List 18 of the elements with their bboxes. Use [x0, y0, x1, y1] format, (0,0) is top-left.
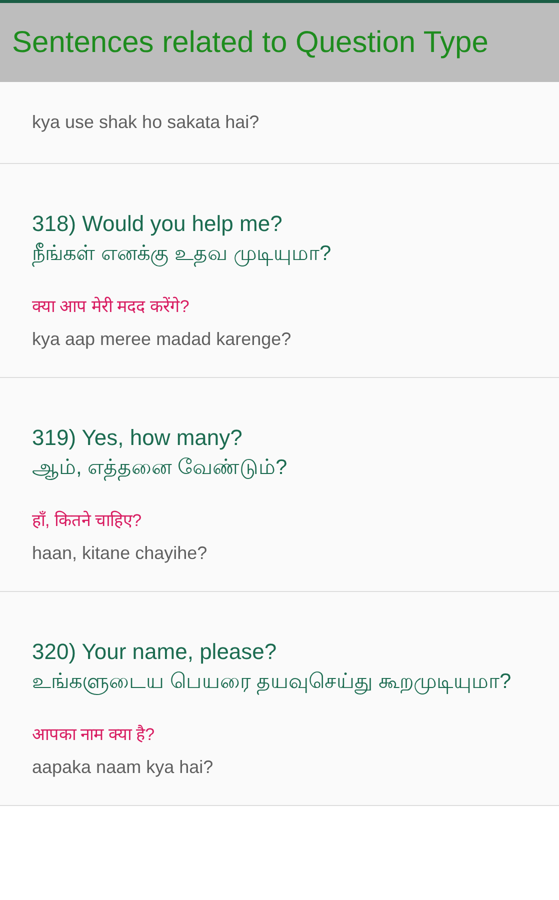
hindi-translation: आपका नाम क्या है? — [32, 724, 156, 746]
english-sentence: 320) Your name, please? — [32, 638, 278, 666]
english-sentence: 318) Would you help me? — [32, 210, 284, 238]
sentence-card[interactable]: 320) Your name, please? உங்களுடைய பெயரை தயவுசெய்து கூறமுடியுமா? आपका नाम क्या है? aapaka naam kya hai? — [0, 592, 559, 806]
sentence-card[interactable]: 319) Yes, how many? ஆம், எத்தனை வேண்டும்? हाँ, कितने चाहिए? haan, kitane chayihe? — [0, 378, 559, 592]
transliteration: haan, kitane chayihe? — [32, 542, 208, 565]
sentence-card[interactable]: kya use shak ho sakata hai? — [0, 82, 559, 164]
header-title: Sentences related to Question Type — [12, 26, 488, 60]
transliteration: kya use shak ho sakata hai? — [32, 111, 260, 134]
transliteration: kya aap meree madad karenge? — [32, 328, 292, 351]
english-sentence: 319) Yes, how many? — [32, 424, 244, 452]
tamil-translation: உங்களுடைய பெயரை தயவுசெய்து கூறமுடியுமா? — [32, 669, 512, 697]
hindi-translation: हाँ, कितने चाहिए? — [32, 510, 143, 532]
sentence-card[interactable]: 318) Would you help me? நீங்கள் எனக்கு உதவ முடியுமா? क्या आप मेरी मदद करेंगे? kya aap meree madad karenge? — [0, 164, 559, 378]
transliteration: aapaka naam kya hai? — [32, 756, 214, 779]
tamil-translation: ஆம், எத்தனை வேண்டும்? — [32, 455, 288, 483]
tamil-translation: நீங்கள் எனக்கு உதவ முடியுமா? — [32, 241, 332, 269]
hindi-translation: क्या आप मेरी मदद करेंगे? — [32, 296, 190, 318]
